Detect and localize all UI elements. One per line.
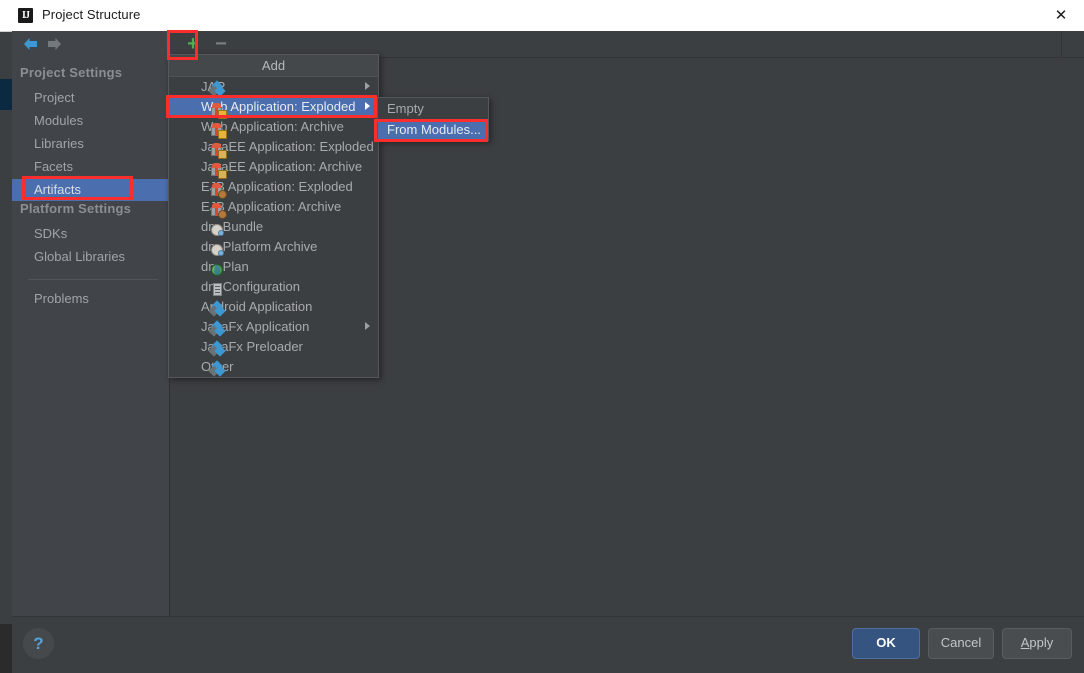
menu-item-javaee-application-archive[interactable]: JavaEE Application: Archive bbox=[169, 157, 378, 179]
sidebar-item-facets[interactable]: Facets bbox=[12, 156, 169, 178]
background-selected-row bbox=[0, 79, 12, 110]
web-application-exploded-submenu: Empty From Modules... bbox=[377, 97, 489, 141]
add-artifact-menu: Add JAR Web Application: Exploded Web Ap… bbox=[168, 54, 379, 378]
sidebar-item-problems[interactable]: Problems bbox=[12, 288, 169, 310]
menu-item-dm-platform-archive[interactable]: dm Platform Archive bbox=[169, 237, 378, 257]
menu-item-web-application-archive[interactable]: Web Application: Archive bbox=[169, 117, 378, 139]
menu-item-dm-configuration[interactable]: dm Configuration bbox=[169, 277, 378, 297]
toolbar-divider bbox=[1061, 31, 1062, 57]
background-window-sliver bbox=[0, 32, 12, 624]
window-title: Project Structure bbox=[42, 7, 141, 22]
sidebar-item-modules[interactable]: Modules bbox=[12, 110, 169, 132]
sidebar-item-global-libraries[interactable]: Global Libraries bbox=[12, 246, 169, 268]
settings-sidebar: Project Settings Project Modules Librari… bbox=[12, 31, 169, 616]
menu-item-jar[interactable]: JAR bbox=[169, 77, 378, 97]
sidebar-section-heading-project: Project Settings bbox=[20, 65, 123, 80]
chevron-right-icon bbox=[365, 322, 370, 330]
chevron-right-icon bbox=[365, 82, 370, 90]
menu-item-javaee-application-exploded[interactable]: JavaEE Application: Exploded bbox=[169, 137, 378, 159]
menu-item-dm-plan[interactable]: dm Plan bbox=[169, 257, 378, 277]
submenu-item-empty[interactable]: Empty bbox=[378, 98, 488, 119]
add-artifact-button[interactable]: + bbox=[183, 34, 203, 54]
remove-artifact-button[interactable]: − bbox=[211, 34, 231, 54]
help-icon[interactable]: ? bbox=[23, 628, 54, 659]
menu-item-ejb-application-exploded[interactable]: EJB Application: Exploded bbox=[169, 177, 378, 199]
sidebar-divider bbox=[28, 279, 158, 280]
title-bar: IJ Project Structure ✕ bbox=[0, 0, 1084, 32]
sidebar-item-sdks[interactable]: SDKs bbox=[12, 223, 169, 245]
intellij-logo-icon: IJ bbox=[18, 8, 33, 23]
sidebar-nav-toolbar bbox=[12, 31, 169, 57]
cancel-button[interactable]: Cancel bbox=[928, 628, 994, 659]
add-menu-header: Add bbox=[169, 55, 378, 77]
sidebar-item-project[interactable]: Project bbox=[12, 87, 169, 109]
menu-item-javafx-application[interactable]: JavaFx Application bbox=[169, 317, 378, 337]
apply-button[interactable]: Apply bbox=[1002, 628, 1072, 659]
arrow-left-icon[interactable] bbox=[22, 37, 39, 56]
project-structure-dialog: IJ Project Structure ✕ Project Settings … bbox=[0, 0, 1084, 673]
menu-item-other[interactable]: Other bbox=[169, 357, 378, 377]
arrow-right-icon[interactable] bbox=[46, 37, 63, 56]
sidebar-item-libraries[interactable]: Libraries bbox=[12, 133, 169, 155]
ok-button[interactable]: OK bbox=[852, 628, 920, 659]
submenu-item-from-modules[interactable]: From Modules... bbox=[378, 119, 488, 140]
menu-item-dm-bundle[interactable]: dm Bundle bbox=[169, 217, 378, 237]
menu-item-ejb-application-archive[interactable]: EJB Application: Archive bbox=[169, 197, 378, 219]
close-icon[interactable]: ✕ bbox=[1038, 0, 1084, 31]
sidebar-item-artifacts[interactable]: Artifacts bbox=[12, 179, 169, 201]
chevron-right-icon bbox=[365, 102, 370, 110]
apply-label-rest: pply bbox=[1029, 635, 1054, 650]
sidebar-section-heading-platform: Platform Settings bbox=[20, 201, 132, 216]
menu-item-label: dm Plan bbox=[201, 259, 249, 274]
menu-item-web-application-exploded[interactable]: Web Application: Exploded bbox=[169, 97, 378, 119]
dialog-footer: ? OK Cancel Apply bbox=[12, 616, 1084, 673]
menu-item-android-application[interactable]: Android Application bbox=[169, 297, 378, 317]
menu-item-javafx-preloader[interactable]: JavaFx Preloader bbox=[169, 337, 378, 357]
